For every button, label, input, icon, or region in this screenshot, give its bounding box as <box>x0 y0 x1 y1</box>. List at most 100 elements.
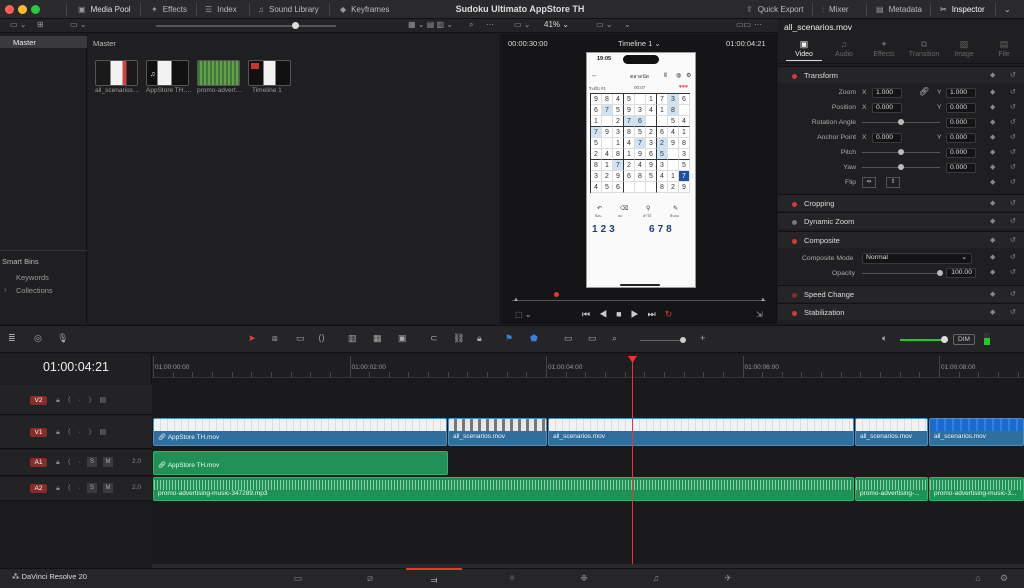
reset-icon[interactable]: ↺ <box>1010 163 1016 171</box>
thumbnail-size-slider[interactable] <box>156 25 336 27</box>
opacity-slider[interactable] <box>862 273 940 274</box>
bin-list-icon[interactable]: ▭ ⌄ <box>70 20 86 29</box>
collapse-button[interactable]: ⌄ <box>1004 0 1011 19</box>
transform-anchor_x-field[interactable]: 0.000 <box>872 133 902 143</box>
opacity-field[interactable]: 100.00 <box>946 268 976 278</box>
reset-icon[interactable]: ↺ <box>1010 308 1016 316</box>
transport-controls[interactable]: ⏮◀■▶⏭↻ <box>582 309 681 320</box>
flip-vertical-icon[interactable]: ⇕ <box>886 177 900 188</box>
viewer-more-icon[interactable]: ⋯ <box>754 20 762 29</box>
v2-track-controls[interactable]: 🔒︎⟨·⟩▤ <box>56 396 114 405</box>
view-mode-icons[interactable]: ▦ ⌄ ▤ ▥ ⌄ <box>408 20 453 29</box>
a1-clip[interactable]: 🔗︎ AppStore TH.mov <box>153 451 448 475</box>
v1-clip[interactable]: all_scenarios.mov <box>929 418 1024 446</box>
slider-handle[interactable] <box>292 22 299 29</box>
zoom-full-icon[interactable]: ▭ <box>564 333 573 344</box>
volume-slider[interactable] <box>900 339 944 341</box>
inspector-button[interactable]: ✂ Inspector <box>940 0 985 19</box>
keyframe-icon[interactable]: ◆ <box>990 103 995 111</box>
keyframe-icon[interactable]: ◆ <box>990 148 995 156</box>
reset-icon[interactable]: ↺ <box>1010 178 1016 186</box>
inspector-tab-audio[interactable]: ♫ Audio <box>826 38 862 60</box>
transform-pos_x-field[interactable]: 0.000 <box>872 103 902 113</box>
out-point-icon[interactable]: ▲ <box>760 297 766 303</box>
overwrite-clip-icon[interactable]: ▦ <box>373 333 382 344</box>
reset-icon[interactable]: ↺ <box>1010 103 1016 111</box>
mute-button-a2[interactable]: M <box>103 483 113 493</box>
mute-button-a1[interactable]: M <box>103 457 113 467</box>
transform-zoom_x-field[interactable]: 1.000 <box>872 88 902 98</box>
linked-selection-icon[interactable]: ⛓ <box>453 333 464 344</box>
viewer-layout-icon[interactable]: ▭ ⌄ <box>514 20 530 29</box>
flip-horizontal-icon[interactable]: ⇹ <box>862 177 876 188</box>
composite-mode-select[interactable]: Normal ⌄ <box>862 253 972 264</box>
v1-track-controls[interactable]: 🔒︎⟨·⟩▤ <box>56 428 114 437</box>
replace-clip-icon[interactable]: ▣ <box>398 333 407 344</box>
speaker-icon[interactable]: 🔈︎ <box>882 333 887 344</box>
reset-icon[interactable]: ↺ <box>1010 148 1016 156</box>
quick-export-button[interactable]: ⇪ Quick Export <box>746 0 804 19</box>
media-pool-button[interactable]: ▣ Media Pool <box>78 0 131 19</box>
keyframe-icon[interactable]: ◆ <box>990 217 995 225</box>
transform-anchor_y-field[interactable]: 0.000 <box>946 133 976 143</box>
dim-button[interactable]: DIM <box>953 334 975 345</box>
page-fusion[interactable]: ✧ <box>498 568 526 588</box>
page-cut[interactable]: ⧄ <box>356 568 384 588</box>
track-badge-a2[interactable]: A2 <box>30 484 47 493</box>
options-icon[interactable]: ⋯ <box>486 20 494 29</box>
solo-button-a2[interactable]: S <box>87 483 97 493</box>
clip-menu-icon[interactable]: ⌄ <box>624 20 631 29</box>
flag-icon[interactable]: ⚑ <box>505 333 513 344</box>
mixer-button[interactable]: ⫶ Mixer <box>822 0 849 19</box>
metadata-button[interactable]: ▤ Metadata <box>876 0 922 19</box>
close-window-button[interactable] <box>5 5 14 14</box>
solo-button-a1[interactable]: S <box>87 457 97 467</box>
collections-bin[interactable]: Collections <box>16 286 53 295</box>
viewer-scrubber[interactable] <box>512 300 766 301</box>
transform-zoom_y-field[interactable]: 1.000 <box>946 88 976 98</box>
zoom-in-icon[interactable]: + <box>700 333 705 343</box>
page-edit[interactable]: ⫤ <box>406 568 462 588</box>
keyframe-icon[interactable]: ◆ <box>990 163 995 171</box>
reset-icon[interactable]: ↺ <box>1010 290 1016 298</box>
minimize-window-button[interactable] <box>18 5 27 14</box>
dynamic-zoom-section[interactable]: Dynamic Zoom <box>778 212 1024 229</box>
insert-clip-icon[interactable]: ▥ <box>348 333 357 344</box>
transform-section[interactable]: Transform <box>778 66 1024 83</box>
fullscreen-icon[interactable]: ⇲ <box>756 310 763 319</box>
zoom-custom-icon[interactable]: ⌕ <box>612 333 617 344</box>
blade-tool-icon[interactable]: ⟨⟩ <box>318 333 325 344</box>
reset-icon[interactable]: ↺ <box>1010 236 1016 244</box>
opacity-slider-handle[interactable] <box>937 270 943 276</box>
snapping-icon[interactable]: ⊂ <box>430 333 438 344</box>
search-icon[interactable]: ⌕ <box>469 20 473 30</box>
v1-clip[interactable]: all_scenarios.mov <box>855 418 928 446</box>
page-deliver[interactable]: ✈ <box>714 568 742 588</box>
inspector-tab-transition[interactable]: ⧉ Transition <box>906 38 942 60</box>
zoom-window-button[interactable] <box>31 5 40 14</box>
page-color[interactable]: ❉ <box>570 568 598 588</box>
settings-icon[interactable]: ⚙ <box>990 568 1018 588</box>
volume-handle[interactable] <box>941 336 948 343</box>
reset-icon[interactable]: ↺ <box>1010 268 1016 276</box>
cropping-section[interactable]: Cropping <box>778 194 1024 211</box>
speed-change-section[interactable]: Speed Change <box>778 285 1024 302</box>
timeline-options-icon[interactable]: ≣ <box>8 333 16 344</box>
a2-clip[interactable]: promo-advertising-... <box>855 477 928 501</box>
zoom-dropdown[interactable]: 41% ⌄ <box>544 20 569 29</box>
inspector-tab-video[interactable]: ▣ Video <box>786 38 822 61</box>
inspector-tab-file[interactable]: ▤ File <box>986 38 1022 60</box>
transform-overlay-icon[interactable]: ⬚ ⌄ <box>515 310 531 319</box>
keyframe-icon[interactable]: ◆ <box>990 268 995 276</box>
dual-viewer-icon[interactable]: ▭▭ <box>736 20 751 29</box>
marker-icon[interactable]: ⬟ <box>530 333 538 344</box>
v1-clip[interactable]: 🔗︎ AppStore TH.mov <box>153 418 447 446</box>
reset-icon[interactable]: ↺ <box>1010 88 1016 96</box>
position-lock-icon[interactable]: 🔒︎ <box>477 333 482 344</box>
zoom-slider-handle[interactable] <box>680 337 686 343</box>
in-point-icon[interactable]: ▲ <box>513 297 519 303</box>
index-button[interactable]: ☰ Index <box>205 0 237 19</box>
keyframe-icon[interactable]: ◆ <box>990 88 995 96</box>
keyframe-icon[interactable]: ◆ <box>990 253 995 261</box>
track-badge-a1[interactable]: A1 <box>30 458 47 467</box>
